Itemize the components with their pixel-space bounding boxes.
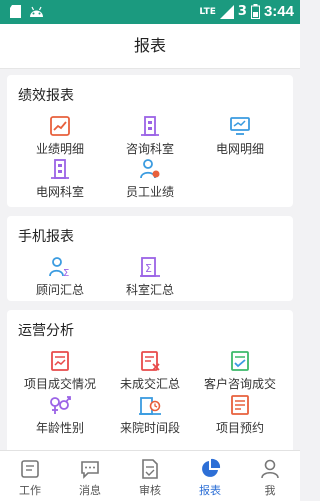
section-title: 手机报表 bbox=[18, 229, 74, 245]
report-item[interactable]: 电网科室 bbox=[12, 158, 108, 200]
report-item[interactable]: 电网明细 bbox=[192, 115, 288, 157]
user-coin-icon bbox=[140, 159, 160, 179]
tab-review[interactable]: 审核 bbox=[120, 451, 180, 501]
report-item[interactable]: Σ 科室汇总 bbox=[102, 256, 198, 298]
status-time: 3:44 bbox=[263, 3, 294, 20]
section-performance-reports: 绩效报表 业绩明细 咨询科室 电网明细 电网科室 员工业绩 bbox=[7, 75, 293, 207]
svg-text:Σ: Σ bbox=[63, 268, 69, 278]
sd-card-icon bbox=[10, 5, 21, 18]
report-item[interactable]: Σ 顾问汇总 bbox=[12, 256, 108, 298]
status-bar: LTE 3 3:44 bbox=[0, 0, 300, 24]
monitor-icon bbox=[230, 117, 250, 135]
section-title: 运营分析 bbox=[18, 323, 74, 339]
trend-chart-icon bbox=[50, 116, 70, 136]
app-header: 报表 bbox=[0, 24, 300, 69]
battery-level: 3 bbox=[237, 4, 247, 19]
pie-chart-icon bbox=[202, 458, 221, 477]
section-mobile-reports: 手机报表 Σ 顾问汇总 Σ 科室汇总 bbox=[7, 216, 293, 301]
tab-reports[interactable]: 报表 bbox=[180, 451, 240, 501]
section-operations-analysis: 运营分析 项目成交情况 未成交汇总 客户咨询成交 年龄性别 来院时间段 项目预约 bbox=[7, 310, 293, 456]
document-icon bbox=[21, 460, 39, 478]
section-title: 绩效报表 bbox=[18, 88, 74, 104]
review-icon bbox=[142, 459, 158, 479]
tab-me[interactable]: 我 bbox=[240, 451, 300, 501]
svg-text:Σ: Σ bbox=[145, 262, 152, 275]
tab-work[interactable]: 工作 bbox=[0, 451, 60, 501]
report-item[interactable]: 来院时间段 bbox=[102, 394, 198, 436]
signal-icon bbox=[219, 4, 234, 19]
failed-doc-icon bbox=[141, 351, 160, 371]
battery-icon bbox=[250, 4, 260, 19]
report-item[interactable]: 咨询科室 bbox=[102, 115, 198, 157]
report-item[interactable]: 客户咨询成交 bbox=[192, 350, 288, 392]
report-item[interactable]: 项目预约 bbox=[192, 394, 288, 436]
building-icon bbox=[51, 159, 69, 179]
report-item[interactable]: 未成交汇总 bbox=[102, 350, 198, 392]
clock-building-icon bbox=[139, 397, 161, 415]
appointment-icon bbox=[231, 395, 249, 415]
network-type: LTE bbox=[199, 6, 216, 17]
checked-doc-icon bbox=[231, 351, 249, 371]
building-sum-icon: Σ bbox=[140, 257, 160, 277]
building-icon bbox=[141, 116, 159, 136]
tab-messages[interactable]: 消息 bbox=[60, 451, 120, 501]
report-item[interactable]: 项目成交情况 bbox=[12, 350, 108, 392]
message-icon bbox=[81, 461, 99, 479]
bottom-tab-bar: 工作 消息 审核 报表 我 bbox=[0, 450, 300, 501]
page-title: 报表 bbox=[133, 36, 166, 55]
report-item[interactable]: 员工业绩 bbox=[102, 158, 198, 200]
android-icon bbox=[30, 6, 43, 17]
user-sum-icon: Σ bbox=[49, 257, 69, 278]
report-item[interactable]: 业绩明细 bbox=[12, 115, 108, 157]
deal-doc-icon bbox=[51, 351, 69, 371]
person-icon bbox=[261, 459, 279, 479]
report-item[interactable]: 年龄性别 bbox=[12, 394, 108, 436]
gender-icon bbox=[50, 396, 71, 414]
